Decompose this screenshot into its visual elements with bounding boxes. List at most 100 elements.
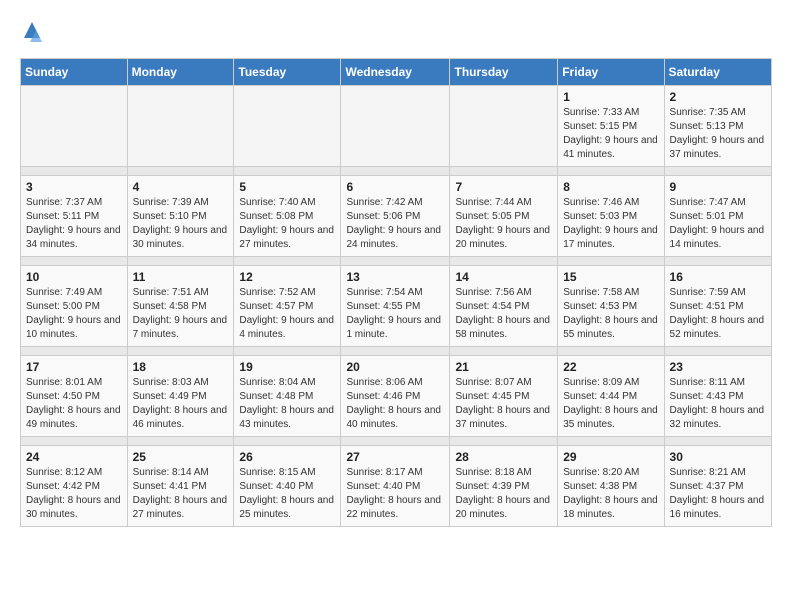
day-info: Sunrise: 8:11 AM Sunset: 4:43 PM Dayligh… xyxy=(670,376,766,432)
day-number: 30 xyxy=(670,450,766,464)
day-number: 18 xyxy=(133,360,229,374)
calendar-cell xyxy=(234,86,341,167)
day-number: 1 xyxy=(563,90,658,104)
day-info: Sunrise: 8:21 AM Sunset: 4:37 PM Dayligh… xyxy=(670,466,766,522)
calendar-cell xyxy=(127,86,234,167)
day-info: Sunrise: 7:54 AM Sunset: 4:55 PM Dayligh… xyxy=(346,286,444,342)
day-info: Sunrise: 7:59 AM Sunset: 4:51 PM Dayligh… xyxy=(670,286,766,342)
day-info: Sunrise: 8:15 AM Sunset: 4:40 PM Dayligh… xyxy=(239,466,335,522)
day-number: 17 xyxy=(26,360,122,374)
calendar-cell: 3 Sunrise: 7:37 AM Sunset: 5:11 PM Daylig… xyxy=(21,176,128,257)
calendar-cell: 23 Sunrise: 8:11 AM Sunset: 4:43 PM Dayli… xyxy=(664,356,771,437)
weekday-header-thursday: Thursday xyxy=(450,59,558,86)
calendar-cell: 9 Sunrise: 7:47 AM Sunset: 5:01 PM Daylig… xyxy=(664,176,771,257)
calendar: SundayMondayTuesdayWednesdayThursdayFrid… xyxy=(20,58,772,527)
day-info: Sunrise: 7:42 AM Sunset: 5:06 PM Dayligh… xyxy=(346,196,444,252)
day-info: Sunrise: 8:14 AM Sunset: 4:41 PM Dayligh… xyxy=(133,466,229,522)
day-info: Sunrise: 8:07 AM Sunset: 4:45 PM Dayligh… xyxy=(455,376,552,432)
calendar-cell: 11 Sunrise: 7:51 AM Sunset: 4:58 PM Dayli… xyxy=(127,266,234,347)
day-number: 16 xyxy=(670,270,766,284)
separator-row xyxy=(21,437,772,446)
day-number: 27 xyxy=(346,450,444,464)
weekday-header-sunday: Sunday xyxy=(21,59,128,86)
day-number: 24 xyxy=(26,450,122,464)
day-info: Sunrise: 8:20 AM Sunset: 4:38 PM Dayligh… xyxy=(563,466,658,522)
day-info: Sunrise: 7:39 AM Sunset: 5:10 PM Dayligh… xyxy=(133,196,229,252)
calendar-cell: 22 Sunrise: 8:09 AM Sunset: 4:44 PM Dayli… xyxy=(558,356,664,437)
calendar-cell: 25Sunrise: 8:14 AM Sunset: 4:41 PM Dayli… xyxy=(127,446,234,527)
logo-icon xyxy=(20,20,44,44)
day-info: Sunrise: 7:49 AM Sunset: 5:00 PM Dayligh… xyxy=(26,286,122,342)
calendar-cell xyxy=(341,86,450,167)
day-info: Sunrise: 7:44 AM Sunset: 5:05 PM Dayligh… xyxy=(455,196,552,252)
calendar-cell: 19Sunrise: 8:04 AM Sunset: 4:48 PM Dayli… xyxy=(234,356,341,437)
day-number: 26 xyxy=(239,450,335,464)
calendar-cell: 24 Sunrise: 8:12 AM Sunset: 4:42 PM Dayli… xyxy=(21,446,128,527)
page: SundayMondayTuesdayWednesdayThursdayFrid… xyxy=(0,0,792,537)
calendar-cell: 8Sunrise: 7:46 AM Sunset: 5:03 PM Daylig… xyxy=(558,176,664,257)
calendar-cell: 7 Sunrise: 7:44 AM Sunset: 5:05 PM Daylig… xyxy=(450,176,558,257)
day-number: 12 xyxy=(239,270,335,284)
day-number: 29 xyxy=(563,450,658,464)
day-number: 8 xyxy=(563,180,658,194)
weekday-header-row: SundayMondayTuesdayWednesdayThursdayFrid… xyxy=(21,59,772,86)
calendar-cell xyxy=(21,86,128,167)
day-info: Sunrise: 8:17 AM Sunset: 4:40 PM Dayligh… xyxy=(346,466,444,522)
day-number: 3 xyxy=(26,180,122,194)
day-number: 11 xyxy=(133,270,229,284)
calendar-cell: 2Sunrise: 7:35 AM Sunset: 5:13 PM Daylig… xyxy=(664,86,771,167)
calendar-cell: 4Sunrise: 7:39 AM Sunset: 5:10 PM Daylig… xyxy=(127,176,234,257)
calendar-cell: 17Sunrise: 8:01 AM Sunset: 4:50 PM Dayli… xyxy=(21,356,128,437)
day-info: Sunrise: 7:51 AM Sunset: 4:58 PM Dayligh… xyxy=(133,286,229,342)
week-row-0: 1 Sunrise: 7:33 AM Sunset: 5:15 PM Daylig… xyxy=(21,86,772,167)
day-number: 20 xyxy=(346,360,444,374)
day-number: 2 xyxy=(670,90,766,104)
day-number: 28 xyxy=(455,450,552,464)
calendar-cell: 6 Sunrise: 7:42 AM Sunset: 5:06 PM Daylig… xyxy=(341,176,450,257)
calendar-cell: 14 Sunrise: 7:56 AM Sunset: 4:54 PM Dayli… xyxy=(450,266,558,347)
day-number: 23 xyxy=(670,360,766,374)
calendar-cell: 26 Sunrise: 8:15 AM Sunset: 4:40 PM Dayli… xyxy=(234,446,341,527)
calendar-cell: 15Sunrise: 7:58 AM Sunset: 4:53 PM Dayli… xyxy=(558,266,664,347)
day-info: Sunrise: 7:40 AM Sunset: 5:08 PM Dayligh… xyxy=(239,196,335,252)
calendar-cell: 16 Sunrise: 7:59 AM Sunset: 4:51 PM Dayli… xyxy=(664,266,771,347)
day-number: 9 xyxy=(670,180,766,194)
weekday-header-monday: Monday xyxy=(127,59,234,86)
day-number: 21 xyxy=(455,360,552,374)
calendar-cell: 1 Sunrise: 7:33 AM Sunset: 5:15 PM Daylig… xyxy=(558,86,664,167)
calendar-cell: 28Sunrise: 8:18 AM Sunset: 4:39 PM Dayli… xyxy=(450,446,558,527)
day-number: 10 xyxy=(26,270,122,284)
header xyxy=(20,20,772,44)
calendar-cell: 10 Sunrise: 7:49 AM Sunset: 5:00 PM Dayli… xyxy=(21,266,128,347)
calendar-cell: 29 Sunrise: 8:20 AM Sunset: 4:38 PM Dayli… xyxy=(558,446,664,527)
calendar-cell: 5Sunrise: 7:40 AM Sunset: 5:08 PM Daylig… xyxy=(234,176,341,257)
day-info: Sunrise: 7:56 AM Sunset: 4:54 PM Dayligh… xyxy=(455,286,552,342)
day-info: Sunrise: 7:37 AM Sunset: 5:11 PM Dayligh… xyxy=(26,196,122,252)
day-number: 19 xyxy=(239,360,335,374)
separator-row xyxy=(21,257,772,266)
calendar-cell: 13 Sunrise: 7:54 AM Sunset: 4:55 PM Dayli… xyxy=(341,266,450,347)
day-number: 7 xyxy=(455,180,552,194)
day-info: Sunrise: 8:03 AM Sunset: 4:49 PM Dayligh… xyxy=(133,376,229,432)
day-number: 14 xyxy=(455,270,552,284)
day-info: Sunrise: 8:12 AM Sunset: 4:42 PM Dayligh… xyxy=(26,466,122,522)
day-info: Sunrise: 8:06 AM Sunset: 4:46 PM Dayligh… xyxy=(346,376,444,432)
calendar-cell xyxy=(450,86,558,167)
day-info: Sunrise: 7:52 AM Sunset: 4:57 PM Dayligh… xyxy=(239,286,335,342)
separator-row xyxy=(21,167,772,176)
day-info: Sunrise: 7:47 AM Sunset: 5:01 PM Dayligh… xyxy=(670,196,766,252)
day-number: 13 xyxy=(346,270,444,284)
weekday-header-friday: Friday xyxy=(558,59,664,86)
calendar-cell: 18 Sunrise: 8:03 AM Sunset: 4:49 PM Dayli… xyxy=(127,356,234,437)
day-info: Sunrise: 7:33 AM Sunset: 5:15 PM Dayligh… xyxy=(563,106,658,162)
calendar-body: 1 Sunrise: 7:33 AM Sunset: 5:15 PM Daylig… xyxy=(21,86,772,527)
day-number: 15 xyxy=(563,270,658,284)
calendar-cell: 21 Sunrise: 8:07 AM Sunset: 4:45 PM Dayli… xyxy=(450,356,558,437)
calendar-cell: 30 Sunrise: 8:21 AM Sunset: 4:37 PM Dayli… xyxy=(664,446,771,527)
week-row-1: 3 Sunrise: 7:37 AM Sunset: 5:11 PM Daylig… xyxy=(21,176,772,257)
day-number: 22 xyxy=(563,360,658,374)
day-number: 6 xyxy=(346,180,444,194)
day-info: Sunrise: 8:09 AM Sunset: 4:44 PM Dayligh… xyxy=(563,376,658,432)
calendar-cell: 27 Sunrise: 8:17 AM Sunset: 4:40 PM Dayli… xyxy=(341,446,450,527)
week-row-3: 17Sunrise: 8:01 AM Sunset: 4:50 PM Dayli… xyxy=(21,356,772,437)
